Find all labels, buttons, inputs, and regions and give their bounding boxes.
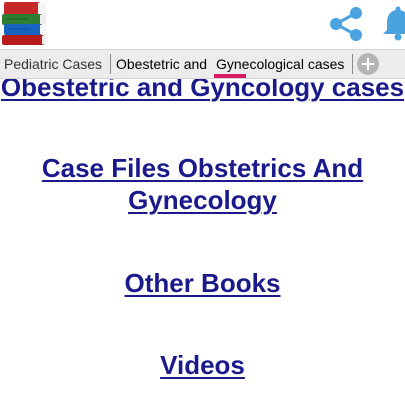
link-videos[interactable]: Videos	[0, 349, 405, 381]
bell-icon[interactable]	[378, 4, 405, 44]
link-obstetric-gyncology-cases[interactable]: Obestetric and Gyncology cases	[0, 79, 405, 103]
share-icon[interactable]	[324, 4, 368, 44]
tab-separator	[110, 54, 111, 74]
tab-bar: Pediatric Cases Obestetric and Gynecolog…	[0, 49, 405, 79]
book-list: Obestetric and Gyncology cases Case File…	[0, 79, 405, 400]
active-tab-indicator	[214, 74, 246, 78]
tab-obstetric-and[interactable]: Obestetric and	[116, 50, 207, 78]
books-stack-icon[interactable]	[0, 0, 50, 49]
tab-pediatric-cases[interactable]: Pediatric Cases	[4, 50, 102, 78]
app-bar	[0, 0, 405, 49]
tab-separator	[352, 54, 353, 74]
link-other-books[interactable]: Other Books	[0, 267, 405, 299]
add-tab-icon[interactable]	[357, 53, 379, 75]
link-case-files-obstetrics-gynecology[interactable]: Case Files Obstetrics And Gynecology	[0, 152, 405, 216]
